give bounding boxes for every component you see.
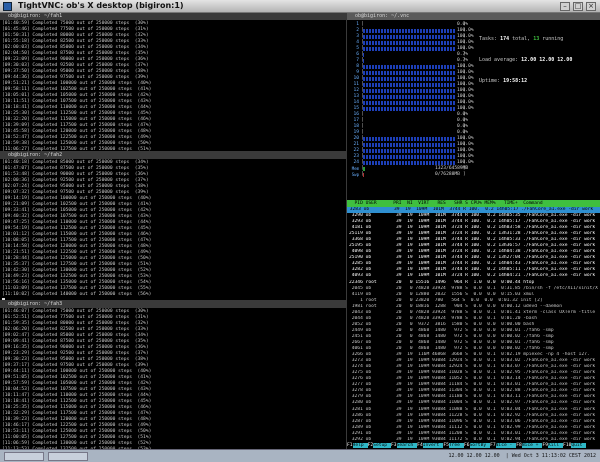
cpu-usage-bar: [363, 41, 463, 45]
cpu-usage-bar: [363, 143, 463, 147]
fkey-label: Kill: [547, 443, 564, 448]
meter-label: Swp: [351, 172, 359, 177]
process-row[interactable]: 3280 ob 39 19 109M 93084 11004 S 0.0 0.1…: [349, 400, 600, 406]
cpu-usage-bar: [363, 107, 463, 111]
fkey-label: SortBy: [469, 443, 491, 448]
cpu-usage-bar: [363, 83, 463, 87]
process-row[interactable]: 3287 ob 39 19 109M 93084 11096 S 0.0 0.1…: [349, 419, 600, 425]
cpu-usage-bar: [363, 125, 463, 129]
process-list: 3290 ob 39 19 109M 101M 3744 R 100. 0.2 …: [349, 213, 600, 449]
htop-function-keys: F1Help F2Setup F3Search F4Invert F5Tree F6Sor…: [347, 442, 600, 449]
fkey-label: Search: [396, 443, 418, 448]
process-row[interactable]: 2045 ob 20 0 74828 33924 9788 S 0.0 0.1 …: [349, 286, 600, 292]
cpu-usage-bar: [363, 77, 463, 81]
vnc-app-icon: [3, 2, 12, 11]
fkey-f8[interactable]: F8: [516, 443, 522, 448]
process-table-header[interactable]: PID USER PRI NI VIRT RES SHR S CPU% MEM%…: [347, 200, 600, 207]
cpu-meters: 1[0.0%]2[100.0%]3[100.0%]4[100.0%]5[100.…: [349, 22, 477, 178]
pane-title: ob@bigiron: ~/fah1: [0, 13, 346, 20]
htop-pane[interactable]: ob@bigiron: ~/.vnc 1[0.0%]2[100.0%]3[100…: [347, 13, 600, 449]
fkey-f6[interactable]: F6: [463, 443, 470, 448]
fkey-f3[interactable]: F3: [391, 443, 397, 448]
cpu-usage-bar: [363, 137, 463, 141]
cpu-usage-bar: [363, 155, 463, 159]
fkey-label: Quit: [571, 443, 587, 448]
process-row[interactable]: 3281 ob 39 19 109M 93084 11088 S 0.0 0.1…: [349, 407, 600, 413]
cpu-usage-bar: [363, 71, 463, 75]
maximize-button[interactable]: □: [573, 2, 583, 11]
terminal-pane-fah2[interactable]: ob@bigiron: ~/fah2 [01:40:18] Completed …: [0, 152, 346, 300]
terminal-output: [01:40:18] Completed 85000 out of 250000…: [2, 160, 344, 300]
cpu-usage-bar: [363, 95, 463, 99]
minimize-button[interactable]: –: [560, 2, 570, 11]
meter-bracket: ]: [463, 172, 466, 177]
fkey-label: Invert: [422, 443, 444, 448]
close-button[interactable]: ×: [586, 2, 596, 11]
cpu-usage-bar: [363, 149, 463, 153]
window-titlebar[interactable]: TightVNC: ob's X desktop (bigiron:1) – □…: [0, 0, 600, 13]
taskbar: 12.00 12.00 12.00 | Wed Oct 3 11:13:02 C…: [0, 449, 600, 462]
fkey-label: Tree: [448, 443, 464, 448]
terminal-pane-fah1[interactable]: ob@bigiron: ~/fah1 [01:40:59] Completed …: [0, 13, 346, 151]
cpu-usage-bar: [363, 119, 463, 123]
cpu-usage-bar: [363, 23, 463, 27]
terminal-output: [01:40:59] Completed 75000 out of 250000…: [2, 21, 344, 151]
cpu-usage-bar: [363, 161, 463, 165]
terminal-pane-fah3[interactable]: ob@bigiron: ~/fah3 [01:46:07] Completed …: [0, 301, 346, 449]
clock-status: 12.00 12.00 12.00 | Wed Oct 3 11:13:02 C…: [448, 453, 596, 459]
taskbar-button[interactable]: [48, 452, 88, 461]
terminal-line: [11:10:02] Completed 140000 out of 25000…: [2, 292, 152, 297]
fkey-label: Setup: [373, 443, 392, 448]
process-row[interactable]: 3291 ob 39 19 109M 93084 11208 S 0.0 0.1…: [349, 431, 600, 437]
window-title: TightVNC: ob's X desktop (bigiron:1): [18, 1, 184, 10]
pane-title: ob@bigiron: ~/.vnc: [347, 13, 600, 20]
cpu-usage-bar: [363, 47, 463, 51]
pane-title: ob@bigiron: ~/fah2: [0, 152, 346, 159]
process-row[interactable]: 3289 ob 39 19 109M 93084 11112 S 0.0 0.1…: [349, 425, 600, 431]
process-row[interactable]: 3286 ob 39 19 109M 93084 11228 S 0.0 0.1…: [349, 413, 600, 419]
pane-title: ob@bigiron: ~/fah3: [0, 301, 346, 308]
htop-summary: Tasks: 174 total, 13 running Load averag…: [479, 36, 573, 84]
fkey-f7[interactable]: F7: [490, 443, 496, 448]
taskbar-button[interactable]: [4, 452, 44, 461]
cpu-usage-bar: [363, 65, 463, 69]
process-row[interactable]: 2043 ob 20 0 74828 33924 9788 S 0.0 0.1 …: [349, 310, 600, 316]
fkey-label: Nice +: [521, 443, 543, 448]
cpu-usage-bar: [363, 29, 463, 33]
fkey-f4[interactable]: F4: [417, 443, 423, 448]
swp-meter: Swp[0/76288MB]: [349, 172, 477, 178]
fkey-f1[interactable]: F1: [347, 443, 353, 448]
cpu-usage-bar: [363, 59, 463, 63]
cpu-usage-bar: [363, 35, 463, 39]
fkey-label: Nice -: [495, 443, 517, 448]
cpu-usage-bar: [363, 113, 463, 117]
terminal-output: [01:46:07] Completed 75000 out of 250000…: [2, 309, 344, 449]
cpu-usage-bar: [363, 53, 463, 57]
meter-value: 0/76288MB: [435, 172, 460, 177]
fkey-label: Help: [352, 443, 368, 448]
process-row[interactable]: 4093 ob 39 19 109M 101M 3724 R 100. 0.2 …: [349, 273, 600, 279]
cpu-usage-bar: [363, 131, 463, 135]
cpu-usage-bar: [363, 101, 463, 105]
cpu-usage-bar: [363, 89, 463, 93]
